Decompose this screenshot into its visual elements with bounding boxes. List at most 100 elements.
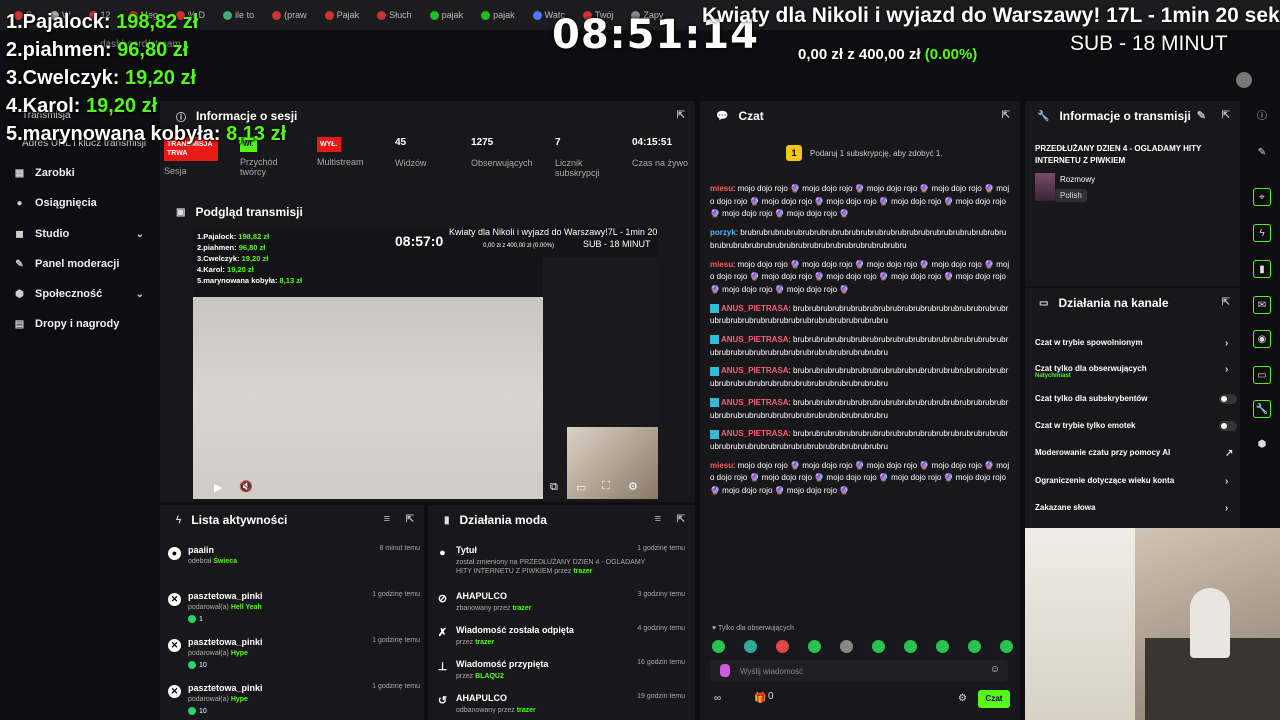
category-name[interactable]: Rozmowy [1060,175,1095,184]
community-icon[interactable]: ⬢ [1253,436,1271,454]
chat-username[interactable]: ANUS_PIETRASA [721,429,789,438]
mod-action-row[interactable]: ↺ AHAPULCO odbanowany przez trazer 19 godzi… [428,691,695,720]
activity-row[interactable]: ✕ pasztetowa_pinki podarował(a) Hype 1 godz… [160,681,430,715]
filter-icon[interactable]: ≡ [384,513,390,525]
chat-username[interactable]: miesu [710,461,733,470]
theater-icon[interactable]: ▭ [576,481,586,494]
popout-icon[interactable]: ⇱ [406,514,414,525]
chat-message[interactable]: miesu: mojo dojo rojo 🔮 mojo dojo rojo 🔮… [710,183,1010,221]
play-icon[interactable]: ▶ [214,481,222,494]
sidebar-item-community[interactable]: ⬢ Społeczność ⌄ [14,288,144,300]
mod-action-by[interactable]: trazer [573,568,592,575]
channel-setting-row[interactable]: Czat tylko dla subskrybentów [1035,394,1237,404]
sidebar-item-moderation[interactable]: ✎ Panel moderacji [14,258,144,270]
chevron-right-icon[interactable]: › [1225,503,1228,514]
emote-icon[interactable] [744,640,757,653]
emote-icon[interactable] [872,640,885,653]
emote-icon[interactable] [1000,640,1013,653]
chat-message[interactable]: miesu: mojo dojo rojo 🔮 mojo dojo rojo 🔮… [710,460,1010,498]
sidebar-item-achievements[interactable]: ● Osiągnięcia [14,197,144,209]
channel-setting-row[interactable]: Zakazane słowa › [1035,503,1228,514]
send-chat-button[interactable]: Czat [978,690,1010,708]
popout-icon[interactable]: ⇱ [677,514,685,525]
mute-icon[interactable]: 🔇 [239,480,253,493]
chat-username[interactable]: ANUS_PIETRASA [721,335,789,344]
log-icon[interactable]: ▮ [1253,260,1271,278]
popout-icon[interactable]: ⇱ [677,110,685,121]
chat-message[interactable]: ANUS_PIETRASA: brubrubrubrubrubrubrubrub… [710,397,1010,422]
browser-tab[interactable]: Pajak [319,10,366,20]
chat-message[interactable]: ANUS_PIETRASA: brubrubrubrubrubrubrubrub… [710,428,1010,453]
channel-icon[interactable]: ▭ [1253,366,1271,384]
sidebar-item-drops[interactable]: ▤ Dropy i nagrody [14,318,144,330]
popout-icon[interactable]: ⇱ [1222,110,1230,121]
emote-icon[interactable] [840,640,853,653]
avatar[interactable] [1236,72,1252,88]
browser-tab[interactable]: Słuch [371,10,418,20]
activity-user[interactable]: pasztetowa_pinki [188,637,263,647]
mod-action-by[interactable]: trazer [475,639,494,646]
chat-settings-icon[interactable]: ⚙ [958,693,967,704]
external-link-icon[interactable]: ↗ [1225,448,1233,459]
setting-toggle[interactable] [1219,394,1237,404]
browser-tab[interactable]: pajak [475,10,521,20]
popout-icon[interactable]: ⇱ [1002,110,1010,121]
chevron-right-icon[interactable]: › [1225,338,1228,349]
crosshair-icon[interactable]: ⌖ [1253,188,1271,206]
info-icon[interactable]: ⓘ [1253,108,1271,126]
chevron-right-icon[interactable]: › [1225,476,1228,487]
emote-icon[interactable] [936,640,949,653]
setting-toggle[interactable] [1219,421,1237,431]
edit-icon[interactable]: ✎ [1253,144,1271,162]
activity-user[interactable]: paaiin [188,545,214,555]
mic-icon[interactable] [720,664,730,677]
chat-input-box[interactable]: ☺ [710,660,1008,682]
activity-row[interactable]: ● paaiin odebrał Świeca 8 minut temu [160,543,430,577]
settings-icon[interactable]: ⚙ [628,480,638,493]
browser-tab[interactable]: pajak [424,10,470,20]
chat-message[interactable]: ANUS_PIETRASA: brubrubrubrubrubrubrubrub… [710,334,1010,359]
filter-icon[interactable]: ≡ [655,513,661,525]
emote-icon[interactable] [904,640,917,653]
chevron-right-icon[interactable]: › [1225,364,1228,375]
chat-message[interactable]: ANUS_PIETRASA: brubrubrubrubrubrubrubrub… [710,365,1010,390]
broadcast-icon[interactable]: ◉ [1253,330,1271,348]
emote-icon[interactable] [968,640,981,653]
mod-action-by[interactable]: trazer [512,605,531,612]
fullscreen-icon[interactable]: ⛶ [602,480,610,493]
chat-username[interactable]: ANUS_PIETRASA [721,366,789,375]
emoji-icon[interactable]: ☺ [990,664,1000,675]
chat-message[interactable]: miesu: mojo dojo rojo 🔮 mojo dojo rojo 🔮… [710,259,1010,297]
chat-icon[interactable]: ✉ [1253,296,1271,314]
chat-input[interactable] [740,664,980,678]
sidebar-item-earnings[interactable]: ▦ Zarobki [14,167,144,179]
activity-row[interactable]: ✕ pasztetowa_pinki podarował(a) Hell Yeah 1… [160,589,430,623]
gift-icon[interactable]: 🎁 [754,693,766,704]
emote-icon[interactable] [776,640,789,653]
channel-setting-row[interactable]: Czat tylko dla obserwujących Natychmiast › [1035,364,1228,379]
channel-setting-row[interactable]: Czat w trybie spowolnionym › [1035,338,1228,349]
sub-promo[interactable]: 1 Podaruj 1 subskrypcję, aby zdobyć 1. [786,145,943,161]
activity-user[interactable]: pasztetowa_pinki [188,591,263,601]
channel-setting-row[interactable]: Moderowanie czatu przy pomocy AI ↗ [1035,448,1233,459]
chat-username[interactable]: porzyk [710,228,736,237]
emote-icon[interactable] [712,640,725,653]
sidebar-item-studio[interactable]: ◼ Studio ⌄ [14,228,144,240]
activity-row[interactable]: ✕ pasztetowa_pinki podarował(a) Hype 1 godz… [160,635,430,669]
mod-action-row[interactable]: ✗ Wiadomość została odpięta przez trazer 4 … [428,623,695,657]
chat-username[interactable]: miesu [710,184,733,193]
edit-icon[interactable]: ✎ [1197,109,1206,122]
mod-action-row[interactable]: ⊘ AHAPULCO zbanowany przez trazer 3 godziny… [428,589,695,623]
pip-icon[interactable]: ⧉ [550,481,558,494]
channel-setting-row[interactable]: Ograniczenie dotyczące wieku konta › [1035,476,1228,487]
points-icon[interactable]: ∞ [714,693,721,704]
popout-icon[interactable]: ⇱ [1222,297,1230,308]
chat-message[interactable]: porzyk: brubrubrubrubrubrubrubrubrubrubr… [710,227,1010,252]
chat-username[interactable]: ANUS_PIETRASA [721,304,789,313]
chat-username[interactable]: miesu [710,260,733,269]
chat-message[interactable]: ANUS_PIETRASA: brubrubrubrubrubrubrubrub… [710,303,1010,328]
emote-icon[interactable] [808,640,821,653]
mod-action-by[interactable]: BLAQU2 [475,673,504,680]
channel-setting-row[interactable]: Czat w trybie tylko emotek [1035,421,1237,431]
chat-username[interactable]: ANUS_PIETRASA [721,398,789,407]
